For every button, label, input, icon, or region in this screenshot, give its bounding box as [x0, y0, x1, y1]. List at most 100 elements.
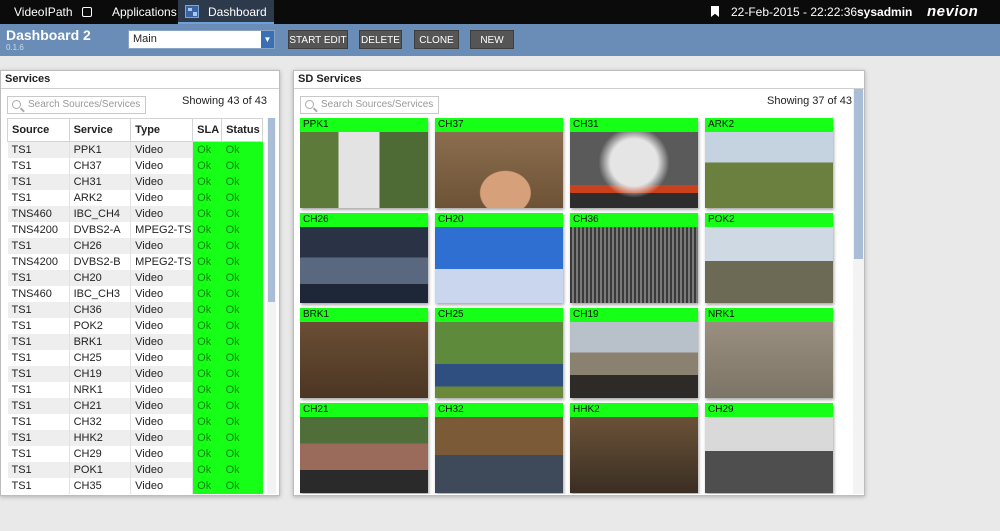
- table-cell: Ok: [192, 446, 222, 462]
- table-cell: TS1: [7, 462, 70, 478]
- table-cell: TNS4200: [7, 254, 70, 270]
- table-cell: Ok: [221, 302, 263, 318]
- service-tile[interactable]: NRK1: [705, 308, 833, 398]
- service-tile[interactable]: CH36: [570, 213, 698, 303]
- table-cell: Ok: [192, 430, 222, 446]
- tab-applications[interactable]: Applications: [112, 0, 177, 24]
- service-tile[interactable]: ARK2: [705, 118, 833, 208]
- table-cell: Ok: [192, 398, 222, 414]
- table-row[interactable]: TS1 CH25 Video Ok Ok: [7, 350, 263, 366]
- service-tile-label: BRK1: [300, 308, 428, 322]
- table-cell: Video: [130, 238, 194, 254]
- search-icon: [12, 100, 21, 109]
- table-row[interactable]: TS1 CH20 Video Ok Ok: [7, 270, 263, 286]
- services-scrollbar-thumb[interactable]: [268, 118, 275, 302]
- bookmark-icon[interactable]: [711, 6, 719, 17]
- table-row[interactable]: TS1 CH29 Video Ok Ok: [7, 446, 263, 462]
- table-cell: TS1: [7, 334, 70, 350]
- sd-scrollbar-thumb[interactable]: [854, 89, 863, 259]
- service-tile[interactable]: CH20: [435, 213, 563, 303]
- layout-select[interactable]: Main ▼: [128, 30, 275, 49]
- service-tile[interactable]: CH37: [435, 118, 563, 208]
- video-thumbnail: [705, 417, 833, 493]
- services-scrollbar[interactable]: [267, 118, 276, 494]
- service-tile[interactable]: HHK2: [570, 403, 698, 493]
- service-tile[interactable]: CH26: [300, 213, 428, 303]
- service-tile[interactable]: CH21: [300, 403, 428, 493]
- table-row[interactable]: TS1 CH26 Video Ok Ok: [7, 238, 263, 254]
- tab-dashboard[interactable]: Dashboard 2: [178, 0, 274, 43]
- column-header[interactable]: SLA: [192, 118, 223, 142]
- table-row[interactable]: TS1 NRK1 Video Ok Ok: [7, 382, 263, 398]
- chevron-down-icon[interactable]: ▼: [261, 31, 274, 48]
- table-cell: Ok: [221, 238, 263, 254]
- table-row[interactable]: TS1 ARK2 Video Ok Ok: [7, 190, 263, 206]
- video-thumbnail: [435, 417, 563, 493]
- table-row[interactable]: TNS4200 DVBS2-A MPEG2-TS Ok Ok: [7, 222, 263, 238]
- table-cell: TS1: [7, 270, 70, 286]
- services-search-input[interactable]: Search Sources/Services: [7, 96, 146, 114]
- window-icon[interactable]: [82, 7, 92, 17]
- table-cell: TS1: [7, 398, 70, 414]
- tab-videoipath[interactable]: VideoIPath: [14, 0, 73, 24]
- table-cell: CH32: [69, 414, 132, 430]
- clone-button[interactable]: CLONE: [414, 30, 459, 49]
- table-cell: TS1: [7, 350, 70, 366]
- column-header[interactable]: Service: [68, 118, 132, 142]
- service-tile[interactable]: BRK1: [300, 308, 428, 398]
- table-row[interactable]: TS1 CH36 Video Ok Ok: [7, 302, 263, 318]
- sd-scrollbar[interactable]: [853, 89, 864, 494]
- table-cell: Ok: [221, 318, 263, 334]
- table-cell: Ok: [192, 141, 222, 158]
- table-row[interactable]: TNS460 IBC_CH4 Video Ok Ok: [7, 206, 263, 222]
- table-row[interactable]: TS1 HHK2 Video Ok Ok: [7, 430, 263, 446]
- table-cell: ARK2: [69, 190, 132, 206]
- service-tile[interactable]: CH25: [435, 308, 563, 398]
- user-name[interactable]: sysadmin: [857, 0, 912, 24]
- service-tile[interactable]: CH29: [705, 403, 833, 493]
- column-header[interactable]: Source: [7, 118, 70, 142]
- service-tile-label: POK2: [705, 213, 833, 227]
- video-thumbnail: [705, 322, 833, 398]
- new-button[interactable]: NEW: [470, 30, 514, 49]
- delete-button[interactable]: DELETE: [359, 30, 402, 49]
- table-row[interactable]: TS1 CH21 Video Ok Ok: [7, 398, 263, 414]
- table-row[interactable]: TNS460 IBC_CH3 Video Ok Ok: [7, 286, 263, 302]
- table-cell: Video: [130, 430, 194, 446]
- table-cell: Ok: [192, 254, 222, 270]
- table-cell: IBC_CH3: [69, 286, 132, 302]
- service-tile[interactable]: CH32: [435, 403, 563, 493]
- table-row[interactable]: TS1 CH35 Video Ok Ok: [7, 478, 263, 494]
- column-header[interactable]: Type: [130, 118, 194, 142]
- service-tile[interactable]: CH19: [570, 308, 698, 398]
- table-cell: Ok: [221, 190, 263, 206]
- layout-select-value: Main: [133, 33, 157, 45]
- sd-search-placeholder: Search Sources/Services: [321, 99, 434, 110]
- version-label: 0.1.6: [6, 43, 24, 52]
- table-cell: CH29: [69, 446, 132, 462]
- service-tile[interactable]: PPK1: [300, 118, 428, 208]
- services-search-placeholder: Search Sources/Services: [28, 99, 141, 110]
- table-row[interactable]: TS1 CH37 Video Ok Ok: [7, 158, 263, 174]
- services-panel: Services Search Sources/Services Showing…: [0, 70, 280, 496]
- table-row[interactable]: TS1 CH31 Video Ok Ok: [7, 174, 263, 190]
- table-row[interactable]: TS1 PPK1 Video Ok Ok: [7, 141, 263, 158]
- table-row[interactable]: TS1 POK1 Video Ok Ok: [7, 462, 263, 478]
- column-header[interactable]: Status: [221, 118, 263, 142]
- service-tile[interactable]: POK2: [705, 213, 833, 303]
- sd-search-input[interactable]: Search Sources/Services: [300, 96, 439, 114]
- table-cell: Ok: [192, 174, 222, 190]
- table-row[interactable]: TS1 BRK1 Video Ok Ok: [7, 334, 263, 350]
- sd-services-panel-title: SD Services: [298, 73, 362, 85]
- service-tile[interactable]: CH31: [570, 118, 698, 208]
- service-tile-label: CH19: [570, 308, 698, 322]
- table-cell: TS1: [7, 318, 70, 334]
- table-row[interactable]: TS1 CH32 Video Ok Ok: [7, 414, 263, 430]
- table-cell: Video: [130, 382, 194, 398]
- table-row[interactable]: TS1 POK2 Video Ok Ok: [7, 318, 263, 334]
- table-row[interactable]: TS1 CH19 Video Ok Ok: [7, 366, 263, 382]
- video-thumbnail: [570, 322, 698, 398]
- start-edit-button[interactable]: START EDIT: [288, 30, 348, 49]
- table-row[interactable]: TNS4200 DVBS2-B MPEG2-TS Ok Ok: [7, 254, 263, 270]
- table-header: Source Service Type SLA Status: [7, 118, 263, 142]
